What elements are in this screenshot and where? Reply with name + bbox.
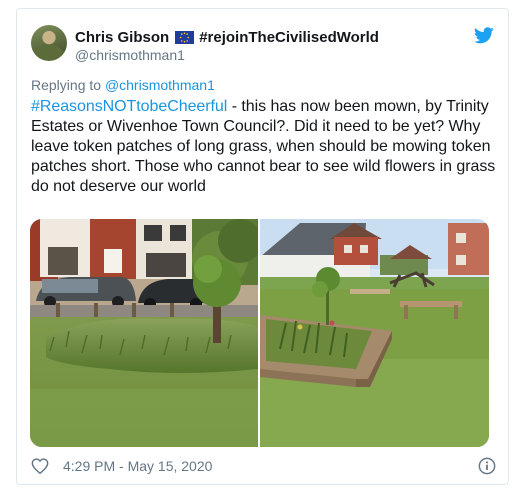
info-icon[interactable] xyxy=(478,457,496,475)
tweet-card: Chris Gibson #rejoinTheCivilisedWorld @c… xyxy=(16,8,509,485)
photo-right-image xyxy=(260,219,489,447)
tweet-timestamp[interactable]: 4:29 PM - May 15, 2020 xyxy=(63,458,212,474)
heart-icon[interactable] xyxy=(31,458,49,474)
eu-flag-icon xyxy=(175,30,195,44)
photo-left-image xyxy=(30,219,258,447)
body-hashtag-link[interactable]: #ReasonsNOTtobeCheerful xyxy=(31,98,227,115)
tweet-text: #ReasonsNOTtobeCheerful - this has now b… xyxy=(31,97,501,197)
avatar[interactable] xyxy=(31,25,67,61)
replying-prefix: Replying to xyxy=(31,77,105,93)
replying-handle-link[interactable]: @chrismothman1 xyxy=(105,77,215,93)
tweet-footer: 4:29 PM - May 15, 2020 xyxy=(31,456,496,476)
twitter-bird-icon[interactable] xyxy=(474,27,494,44)
tweet-media xyxy=(30,219,489,447)
photo-right[interactable] xyxy=(260,219,489,447)
display-name[interactable]: Chris Gibson xyxy=(75,29,169,46)
author-handle[interactable]: @chrismothman1 xyxy=(75,47,185,63)
author-name-row[interactable]: Chris Gibson #rejoinTheCivilisedWorld xyxy=(75,27,379,47)
photo-left[interactable] xyxy=(30,219,258,447)
replying-to: Replying to @chrismothman1 xyxy=(31,77,215,93)
name-hashtag: #rejoinTheCivilisedWorld xyxy=(199,28,379,46)
